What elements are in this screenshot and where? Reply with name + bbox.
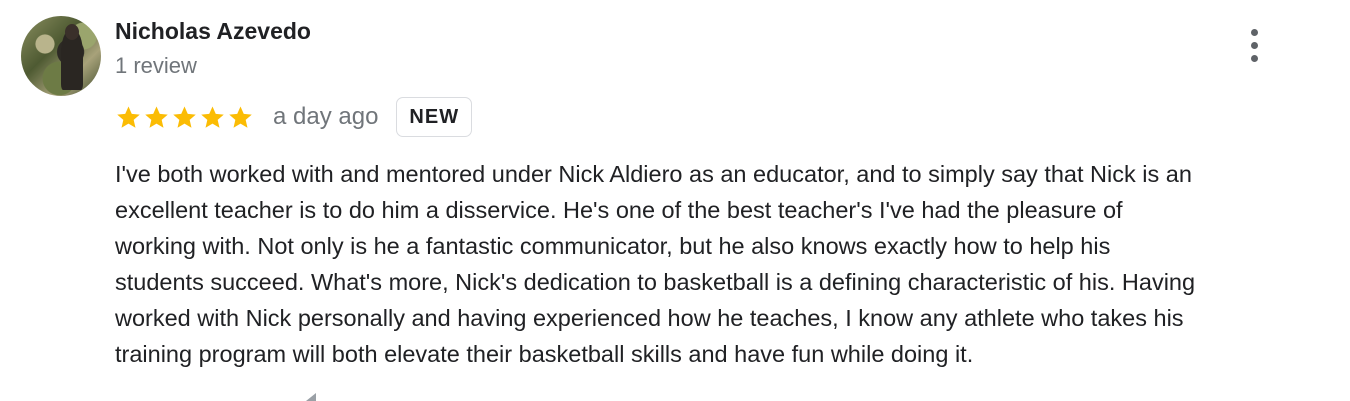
review-card: Nicholas Azevedo 1 review a day ago NEW … [0, 0, 1350, 401]
review-text-line: students succeed. What's more, Nick's de… [115, 269, 1196, 295]
more-vert-icon [1251, 29, 1258, 36]
review-text-line: worked with Nick personally and having e… [115, 305, 1184, 331]
avatar-head [65, 24, 79, 40]
partial-arrow-icon [306, 393, 316, 401]
review-text: I've both worked with and mentored under… [115, 156, 1330, 372]
review-text-line: working with. Not only is he a fantastic… [115, 233, 1111, 259]
more-options-button[interactable] [1238, 26, 1272, 66]
review-text-line: excellent teacher is to do him a disserv… [115, 197, 1123, 223]
star-icon [171, 104, 198, 131]
more-vert-icon-dot [1251, 42, 1258, 49]
review-text-line: training program will both elevate their… [115, 341, 974, 367]
star-icon [143, 104, 170, 131]
new-badge: NEW [396, 97, 473, 137]
rating-row: a day ago NEW [115, 96, 473, 138]
star-rating [115, 104, 254, 131]
review-text-line: I've both worked with and mentored under… [115, 161, 1192, 187]
review-date: a day ago [273, 103, 379, 130]
more-vert-icon-dot [1251, 55, 1258, 62]
review-count[interactable]: 1 review [115, 52, 197, 80]
star-icon [199, 104, 226, 131]
star-icon [227, 104, 254, 131]
author-name[interactable]: Nicholas Azevedo [115, 17, 311, 45]
star-icon [115, 104, 142, 131]
avatar[interactable] [21, 16, 101, 96]
